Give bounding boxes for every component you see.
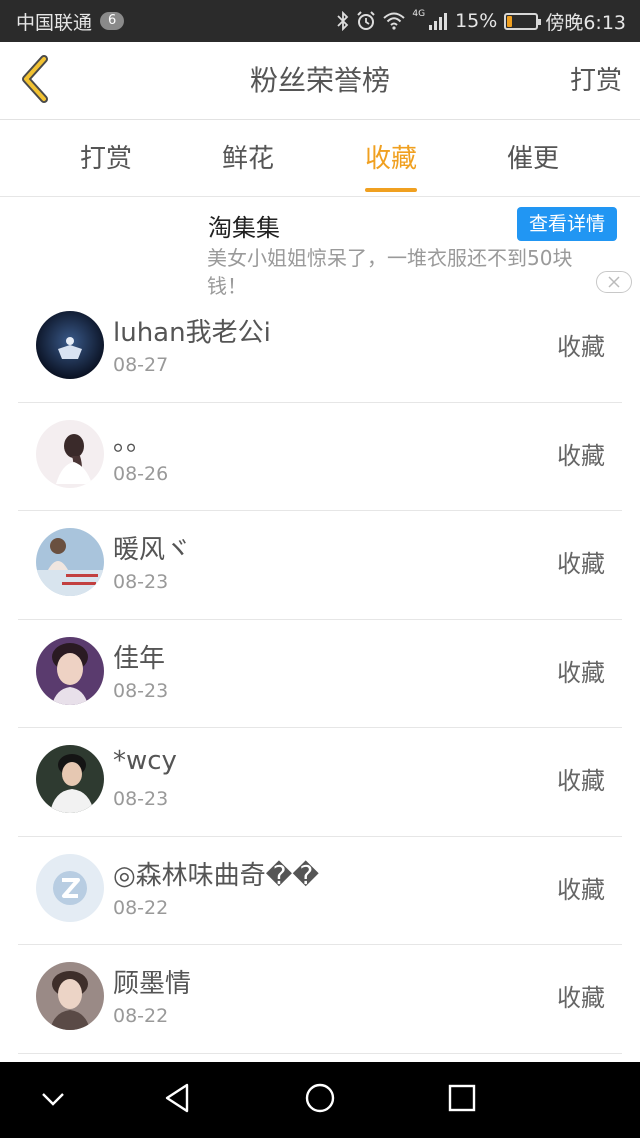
tab-label: 催更	[506, 144, 559, 174]
fan-action: 收藏	[557, 767, 605, 795]
reward-button[interactable]: 打赏	[570, 42, 622, 120]
avatar	[36, 528, 104, 596]
fan-action: 收藏	[557, 658, 605, 687]
chevron-down-icon	[41, 1091, 65, 1110]
fan-date: 08-22	[113, 896, 169, 919]
fan-date: 08-23	[113, 788, 169, 810]
list-item[interactable]: *wcy 08-23 收藏	[18, 728, 622, 837]
ad-description: 美女小姐姐惊呆了，一堆衣服还不到50块钱！	[207, 246, 573, 298]
list-item[interactable]: luhan我老公i 08-27 收藏	[18, 294, 622, 403]
status-icons: 4G 15% 傍晚6:13	[337, 8, 626, 35]
status-bar: 中国联通 6 4G 15% 傍晚6:13	[0, 0, 640, 42]
chevron-left-icon	[18, 55, 52, 107]
fan-name: 顾墨情	[113, 969, 192, 999]
tab-label: 打赏	[79, 144, 132, 174]
fan-name: 佳年	[113, 643, 166, 674]
tab-active-indicator	[365, 188, 417, 192]
title-bar: 粉丝荣誉榜 打赏	[0, 42, 640, 120]
bluetooth-icon	[337, 11, 349, 31]
tab-reward[interactable]: 打赏	[46, 121, 166, 197]
fan-action: 收藏	[557, 875, 605, 904]
avatar	[36, 636, 104, 705]
square-recents-icon	[448, 1084, 476, 1116]
fan-name: *wcy	[113, 746, 177, 776]
fan-name: luhan我老公i	[113, 318, 271, 348]
clock: 傍晚6:13	[545, 11, 626, 34]
fan-date: 08-26	[113, 462, 169, 485]
avatar	[36, 853, 104, 922]
back-nav-button[interactable]	[157, 1080, 197, 1120]
home-nav-button[interactable]	[300, 1080, 340, 1120]
fan-date: 08-23	[113, 679, 169, 702]
fan-action: 收藏	[557, 550, 605, 578]
recents-nav-button[interactable]	[442, 1080, 482, 1120]
tab-urge[interactable]: 催更	[473, 121, 593, 197]
alarm-icon	[356, 11, 376, 31]
fan-name: 暖风ヾ	[113, 535, 192, 565]
avatar	[36, 745, 104, 813]
avatar	[36, 962, 104, 1030]
carrier-name: 中国联通	[16, 11, 93, 34]
wifi-icon	[383, 12, 406, 30]
navigation-bar	[0, 1062, 640, 1138]
signal-icon	[428, 12, 448, 30]
network-type: 4G	[412, 9, 426, 19]
page-title: 粉丝荣誉榜	[249, 64, 390, 97]
circle-home-icon	[304, 1082, 336, 1118]
tab-favorites[interactable]: 收藏	[331, 121, 451, 197]
tab-flowers[interactable]: 鲜花	[188, 121, 308, 197]
fan-date: 08-23	[113, 571, 169, 593]
ad-details-button[interactable]: 查看详情	[517, 207, 617, 241]
hide-nav-button[interactable]	[33, 1080, 73, 1120]
list-item[interactable]: ◎森林味曲奇�� 08-22 收藏	[18, 837, 622, 945]
fan-list: luhan我老公i 08-27 收藏 。。 08-26 收藏 暖风ヾ 08-23…	[0, 294, 640, 1054]
ad-close-button[interactable]	[596, 271, 632, 293]
avatar	[36, 419, 104, 488]
fan-date: 08-22	[113, 1005, 169, 1027]
fan-date: 08-27	[113, 354, 169, 376]
fan-action: 收藏	[557, 984, 605, 1012]
back-button[interactable]	[12, 55, 58, 107]
tab-label: 鲜花	[221, 144, 274, 174]
tab-label: 收藏	[364, 144, 417, 174]
battery-percent: 15%	[455, 10, 498, 32]
triangle-back-icon	[163, 1083, 191, 1117]
list-item[interactable]: 顾墨情 08-22 收藏	[18, 945, 622, 1054]
ad-title: 淘集集	[208, 214, 280, 242]
notification-badge: 6	[100, 12, 125, 30]
fan-name: 。。	[113, 426, 153, 457]
ad-banner[interactable]: 淘集集 查看详情 美女小姐姐惊呆了，一堆衣服还不到50块钱！	[0, 198, 640, 302]
fan-action: 收藏	[557, 441, 605, 470]
fan-action: 收藏	[557, 333, 605, 361]
fan-name: ◎森林味曲奇��	[113, 860, 320, 891]
list-item[interactable]: 暖风ヾ 08-23 收藏	[18, 511, 622, 620]
list-item[interactable]: 佳年 08-23 收藏	[18, 620, 622, 728]
battery-icon	[504, 12, 542, 30]
tab-bar: 打赏 鲜花 收藏 催更	[0, 121, 640, 197]
carrier-group: 中国联通 6	[16, 8, 125, 35]
avatar	[36, 311, 104, 379]
close-icon	[608, 273, 620, 292]
list-item[interactable]: 。。 08-26 收藏	[18, 403, 622, 511]
